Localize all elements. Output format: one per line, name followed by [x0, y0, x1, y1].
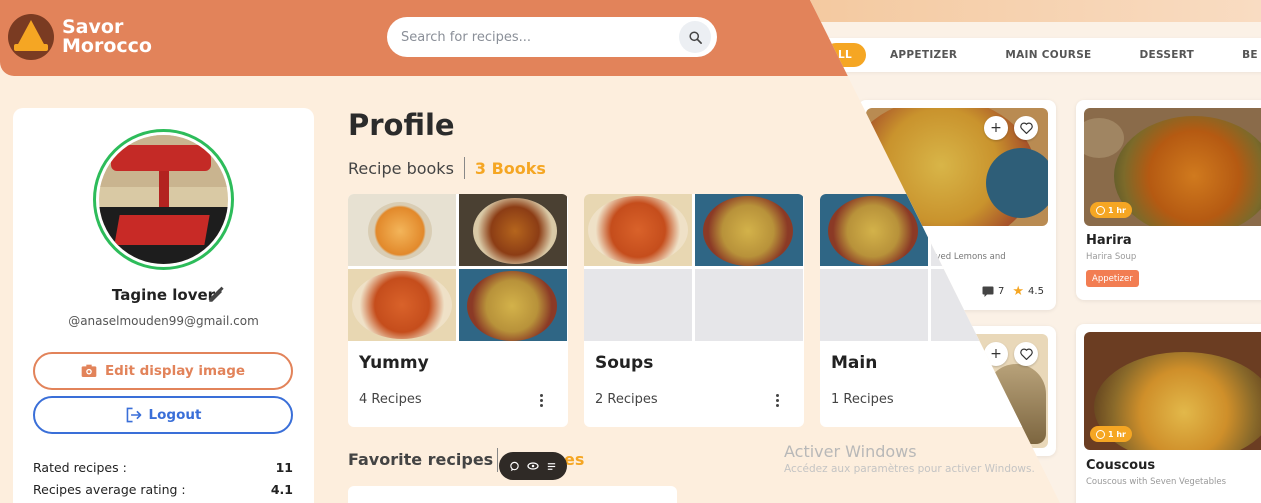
recipe-books-header: Recipe books 3 Books [348, 157, 546, 179]
more-options-icon[interactable] [774, 392, 780, 409]
brand-name: Savor Morocco [62, 16, 152, 57]
book-image-grid [348, 194, 568, 341]
book-title: Soups [595, 353, 654, 373]
comment-icon [982, 286, 994, 297]
brand-logo[interactable]: Savor Morocco [8, 14, 152, 60]
search-bar [387, 17, 717, 57]
tagine-logo-icon [8, 14, 54, 60]
recipe-meta: 7 ★ 4.5 [982, 284, 1044, 299]
avatar-image [99, 135, 228, 264]
more-options-icon[interactable] [538, 392, 544, 409]
divider [497, 448, 498, 472]
book-image-grid [584, 194, 804, 341]
logout-label: Logout [148, 407, 202, 423]
recipe-image: 1 hr [1084, 108, 1261, 226]
recipe-subtitle: Harira Soup [1086, 252, 1137, 262]
profile-card: Tagine lover @anaselmouden99@gmail.com E… [13, 108, 314, 503]
heart-icon[interactable] [1014, 116, 1038, 140]
rating-value: 4.5 [1028, 286, 1044, 297]
clock-icon [1096, 429, 1105, 439]
recipe-books-label: Recipe books [348, 158, 454, 178]
recipe-subtitle: Couscous with Seven Vegetables [1086, 477, 1227, 487]
page-title: Profile [348, 108, 455, 142]
recipe-card[interactable]: 1 hr Couscous Couscous with Seven Vegeta… [1076, 324, 1261, 503]
search-button[interactable] [679, 21, 711, 53]
edit-display-image-button[interactable]: Edit display image [33, 352, 293, 390]
book-recipe-count: 4 Recipes [359, 392, 422, 407]
star-icon: ★ [1012, 284, 1025, 299]
eye-icon[interactable] [527, 461, 539, 471]
background-header-strip [760, 0, 1261, 22]
recipe-book-card[interactable]: Soups 2 Recipes [584, 194, 804, 427]
time-badge: 1 hr [1090, 202, 1132, 218]
category-appetizer[interactable]: APPETIZER [866, 49, 981, 61]
stat-rated-recipes: Rated recipes :11 [33, 460, 293, 475]
search-icon [688, 30, 702, 44]
stat-average-rating: Recipes average rating :4.1 [33, 482, 293, 497]
list-icon[interactable] [546, 461, 557, 472]
floating-toolbar [499, 452, 567, 480]
time-badge: 1 hr [1090, 426, 1132, 442]
camera-icon [81, 364, 97, 377]
windows-activation-watermark: Activer Windows Accédez aux paramètres p… [784, 442, 1035, 475]
book-recipe-count: 2 Recipes [595, 392, 658, 407]
search-input[interactable] [387, 17, 677, 57]
favorite-recipe-card[interactable] [348, 486, 677, 503]
category-beverage[interactable]: BE [1218, 49, 1258, 61]
recipe-card[interactable]: 1 hr Harira Harira Soup Appetizer [1076, 100, 1261, 300]
user-email: @anaselmouden99@gmail.com [68, 314, 259, 328]
recipe-title: Couscous [1086, 458, 1156, 473]
logout-button[interactable]: Logout [33, 396, 293, 434]
username: Tagine lover [111, 286, 216, 304]
category-main-course[interactable]: MAIN COURSE [981, 49, 1115, 61]
category-dessert[interactable]: DESSERT [1116, 49, 1219, 61]
recipe-books-count: 3 Books [474, 158, 546, 178]
logout-icon [126, 407, 141, 423]
favorite-recipes-count: es [564, 450, 585, 469]
avatar [93, 129, 234, 270]
book-title: Main [831, 353, 878, 373]
pencil-icon[interactable] [207, 286, 225, 304]
recipe-title: Harira [1086, 233, 1132, 248]
category-tag: Appetizer [1086, 270, 1139, 287]
book-recipe-count: 1 Recipes [831, 392, 894, 407]
add-icon[interactable]: + [984, 116, 1008, 140]
heart-icon[interactable] [1014, 342, 1038, 366]
edit-display-image-label: Edit display image [104, 363, 246, 379]
clock-icon [1096, 205, 1105, 215]
recipe-subtitle: rved Lemons and [932, 252, 1006, 262]
favorite-recipes-label: Favorite recipes [348, 450, 494, 469]
recipe-book-card[interactable]: Yummy 4 Recipes [348, 194, 568, 427]
book-title: Yummy [359, 353, 429, 373]
comment-icon[interactable] [509, 461, 520, 472]
comment-count: 7 [998, 286, 1005, 297]
recipe-image: 1 hr [1084, 332, 1261, 450]
category-filter-bar: LL APPETIZER MAIN COURSE DESSERT BE [820, 38, 1261, 72]
